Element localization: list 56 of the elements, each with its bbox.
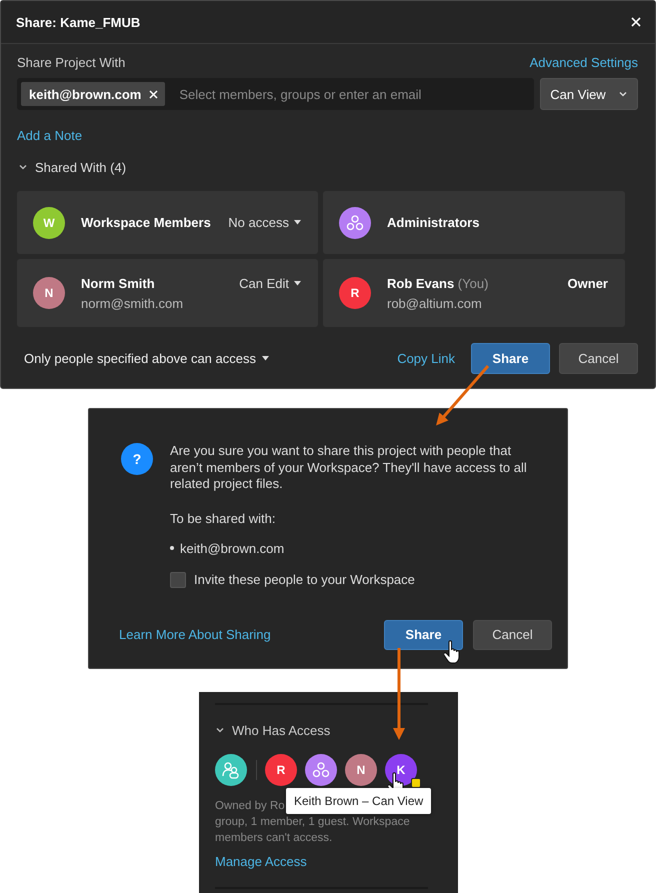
section-label: Share Project With xyxy=(17,54,126,70)
access-summary: group, 1 member, 1 guest. Workspace xyxy=(215,815,410,830)
cancel-button[interactable]: Cancel xyxy=(473,620,552,650)
avatar: N xyxy=(345,754,377,786)
email-chip[interactable]: keith@brown.com xyxy=(21,82,166,106)
copy-link[interactable]: Copy Link xyxy=(397,351,455,366)
dialog-title: Share: Kame_FMUB xyxy=(16,14,140,30)
recipients-label: To be shared with: xyxy=(170,510,277,526)
member-email: norm@smith.com xyxy=(81,296,184,310)
role-dropdown[interactable]: Can Edit xyxy=(239,276,301,290)
group-icon xyxy=(312,762,330,778)
member-name: Rob Evans (You) xyxy=(387,276,488,290)
share-button[interactable]: Share xyxy=(384,620,463,650)
members-icon xyxy=(222,761,240,779)
arrow xyxy=(436,365,490,426)
placeholder-text: Select members, groups or enter an email xyxy=(179,86,422,102)
role-dropdown[interactable]: No access xyxy=(228,215,301,230)
add-note-link[interactable]: Add a Note xyxy=(17,128,82,142)
access-mode-dropdown[interactable]: Only people specified above can access xyxy=(24,351,269,366)
section-heading: Shared With (4) xyxy=(35,160,126,174)
caret-icon xyxy=(294,220,301,225)
group-icon xyxy=(346,214,364,230)
cancel-button[interactable]: Cancel xyxy=(559,343,638,374)
member-email: rob@altium.com xyxy=(387,296,483,310)
member-name: Norm Smith xyxy=(81,276,155,290)
avatar: W xyxy=(33,206,65,238)
role-label: Owner xyxy=(568,276,608,290)
tooltip: Keith Brown – Can View xyxy=(286,788,432,814)
invite-checkbox[interactable] xyxy=(170,572,186,588)
bullet-icon xyxy=(170,546,174,550)
hand-cursor-icon xyxy=(444,640,462,664)
manage-access-link[interactable]: Manage Access xyxy=(215,854,307,869)
advanced-settings-link[interactable]: Advanced Settings xyxy=(530,54,638,70)
question-icon: ? xyxy=(121,443,153,475)
avatar: R xyxy=(339,277,371,309)
avatar: R xyxy=(265,754,297,786)
caret-icon xyxy=(294,280,301,286)
member-name: Administrators xyxy=(387,215,480,230)
avatar: N xyxy=(33,277,65,309)
caret-icon xyxy=(262,356,269,361)
recipients-field[interactable]: keith@brown.com Select members, groups or enter an email xyxy=(17,78,534,110)
remove-icon[interactable] xyxy=(149,90,158,98)
permission-dropdown[interactable]: Can View xyxy=(540,78,638,110)
chevron-icon[interactable] xyxy=(18,162,28,172)
learn-more-link[interactable]: Learn More About Sharing xyxy=(119,627,271,642)
chevron-icon xyxy=(618,89,628,99)
confirm-message: Are you sure you want to share this project with people that aren’t members of your Workspace? They'll have access to all related project files. xyxy=(170,443,528,492)
member-name: Workspace Members xyxy=(81,215,211,230)
chevron-icon[interactable] xyxy=(215,725,225,735)
access-summary: members can't access. xyxy=(215,831,332,846)
close-icon[interactable] xyxy=(631,17,641,27)
recipient-email: keith@brown.com xyxy=(180,540,284,556)
section-heading: Who Has Access xyxy=(232,722,330,738)
checkbox-label: Invite these people to your Workspace xyxy=(194,572,415,587)
share-button[interactable]: Share xyxy=(471,343,550,374)
access-summary: Owned by Ro xyxy=(215,799,285,814)
